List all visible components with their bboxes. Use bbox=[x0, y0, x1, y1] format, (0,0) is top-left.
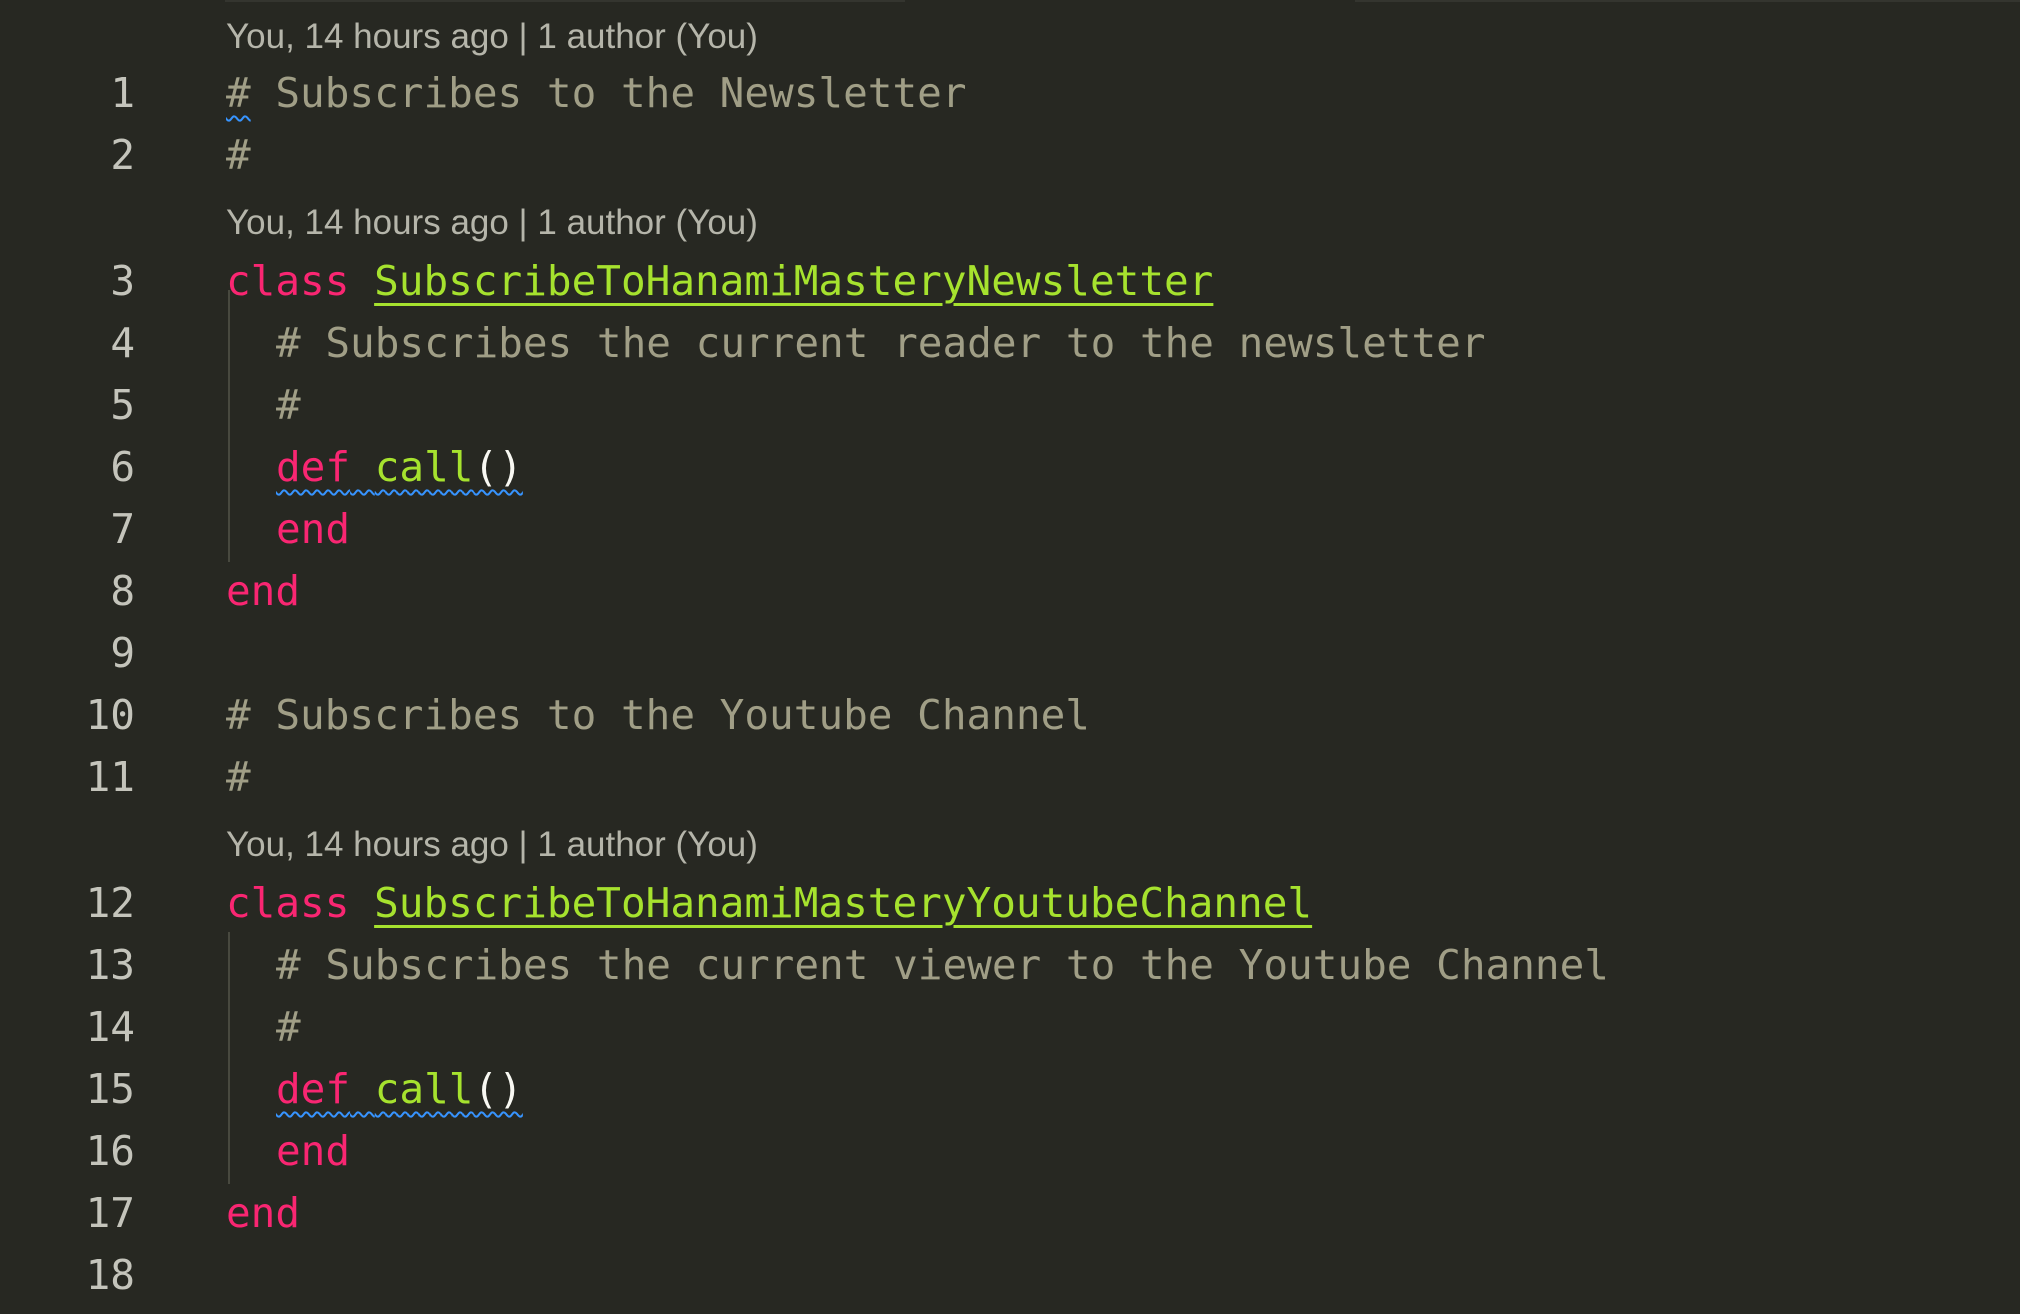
git-blame-codelens[interactable]: You, 14 hours ago | 1 author (You) bbox=[226, 192, 758, 254]
line-number: 3 bbox=[110, 257, 135, 305]
code-line-6[interactable]: 6 def call() bbox=[0, 436, 2020, 498]
comment-text: # bbox=[226, 753, 251, 801]
keyword-end: end bbox=[276, 505, 351, 553]
code-line-4[interactable]: 4 # Subscribes the current reader to the… bbox=[0, 312, 2020, 374]
line-number: 6 bbox=[110, 443, 135, 491]
line-number: 16 bbox=[85, 1127, 135, 1175]
keyword-def: def bbox=[276, 1065, 351, 1113]
comment-text: # bbox=[276, 1003, 301, 1051]
code-line-11[interactable]: 11 # bbox=[0, 746, 2020, 808]
line-content: # Subscribes to the Newsletter bbox=[226, 62, 967, 124]
git-blame-codelens[interactable]: You, 14 hours ago | 1 author (You) bbox=[226, 814, 758, 876]
code-line-9[interactable]: 9 bbox=[0, 622, 2020, 684]
code-line-7[interactable]: 7 end bbox=[0, 498, 2020, 560]
code-line-2[interactable]: 2 # bbox=[0, 124, 2020, 186]
line-number: 13 bbox=[85, 941, 135, 989]
keyword-end: end bbox=[226, 567, 301, 615]
keyword-class: class bbox=[226, 879, 350, 927]
class-name[interactable]: SubscribeToHanamiMasteryYoutubeChannel bbox=[374, 879, 1312, 927]
code-line-13[interactable]: 13 # Subscribes the current viewer to th… bbox=[0, 934, 2020, 996]
line-content: class SubscribeToHanamiMasteryYoutubeCha… bbox=[226, 872, 1312, 934]
line-number: 8 bbox=[110, 567, 135, 615]
line-number: 15 bbox=[85, 1065, 135, 1113]
code-line-17[interactable]: 17 end bbox=[0, 1182, 2020, 1244]
line-number: 11 bbox=[85, 753, 135, 801]
line-number: 4 bbox=[110, 319, 135, 367]
code-line-14[interactable]: 14 # bbox=[0, 996, 2020, 1058]
line-content: def call() bbox=[276, 1058, 523, 1120]
code-line-10[interactable]: 10 # Subscribes to the Youtube Channel bbox=[0, 684, 2020, 746]
tab-border bbox=[1355, 0, 2020, 2]
code-line-5[interactable]: 5 # bbox=[0, 374, 2020, 436]
line-number: 18 bbox=[85, 1251, 135, 1299]
line-number: 9 bbox=[110, 629, 135, 677]
comment-text: Subscribes to the Newsletter bbox=[250, 69, 967, 117]
comment-text: # Subscribes the current viewer to the Y… bbox=[276, 941, 1609, 989]
parentheses: () bbox=[473, 443, 523, 491]
method-name[interactable]: call bbox=[375, 1065, 474, 1113]
comment-text: # bbox=[226, 131, 251, 179]
method-name[interactable]: call bbox=[375, 443, 474, 491]
code-line-16[interactable]: 16 end bbox=[0, 1120, 2020, 1182]
line-number: 14 bbox=[85, 1003, 135, 1051]
code-line-8[interactable]: 8 end bbox=[0, 560, 2020, 622]
class-name[interactable]: SubscribeToHanamiMasteryNewsletter bbox=[374, 257, 1213, 305]
git-blame-codelens[interactable]: You, 14 hours ago | 1 author (You) bbox=[226, 6, 758, 68]
code-editor[interactable]: You, 14 hours ago | 1 author (You) 1 # S… bbox=[0, 0, 2020, 1314]
keyword-class: class bbox=[226, 257, 350, 305]
code-line-12[interactable]: 12 class SubscribeToHanamiMasteryYoutube… bbox=[0, 872, 2020, 934]
keyword-end: end bbox=[226, 1189, 301, 1237]
line-number: 1 bbox=[110, 69, 135, 117]
line-number: 7 bbox=[110, 505, 135, 553]
line-number: 10 bbox=[85, 691, 135, 739]
comment-text: # Subscribes the current reader to the n… bbox=[276, 319, 1486, 367]
keyword-end: end bbox=[276, 1127, 351, 1175]
line-content: def call() bbox=[276, 436, 523, 498]
line-number: 17 bbox=[85, 1189, 135, 1237]
comment-text: # bbox=[276, 381, 301, 429]
code-line-18[interactable]: 18 bbox=[0, 1244, 2020, 1306]
code-line-3[interactable]: 3 class SubscribeToHanamiMasteryNewslett… bbox=[0, 250, 2020, 312]
parentheses: () bbox=[473, 1065, 523, 1113]
code-line-1[interactable]: 1 # Subscribes to the Newsletter bbox=[0, 62, 2020, 124]
line-number: 2 bbox=[110, 131, 135, 179]
line-number: 5 bbox=[110, 381, 135, 429]
comment-hash: # bbox=[226, 69, 251, 117]
keyword-def: def bbox=[276, 443, 351, 491]
line-content: class SubscribeToHanamiMasteryNewsletter bbox=[226, 250, 1213, 312]
tab-border bbox=[225, 0, 905, 2]
line-number: 12 bbox=[85, 879, 135, 927]
comment-text: # Subscribes to the Youtube Channel bbox=[226, 691, 1090, 739]
code-line-15[interactable]: 15 def call() bbox=[0, 1058, 2020, 1120]
